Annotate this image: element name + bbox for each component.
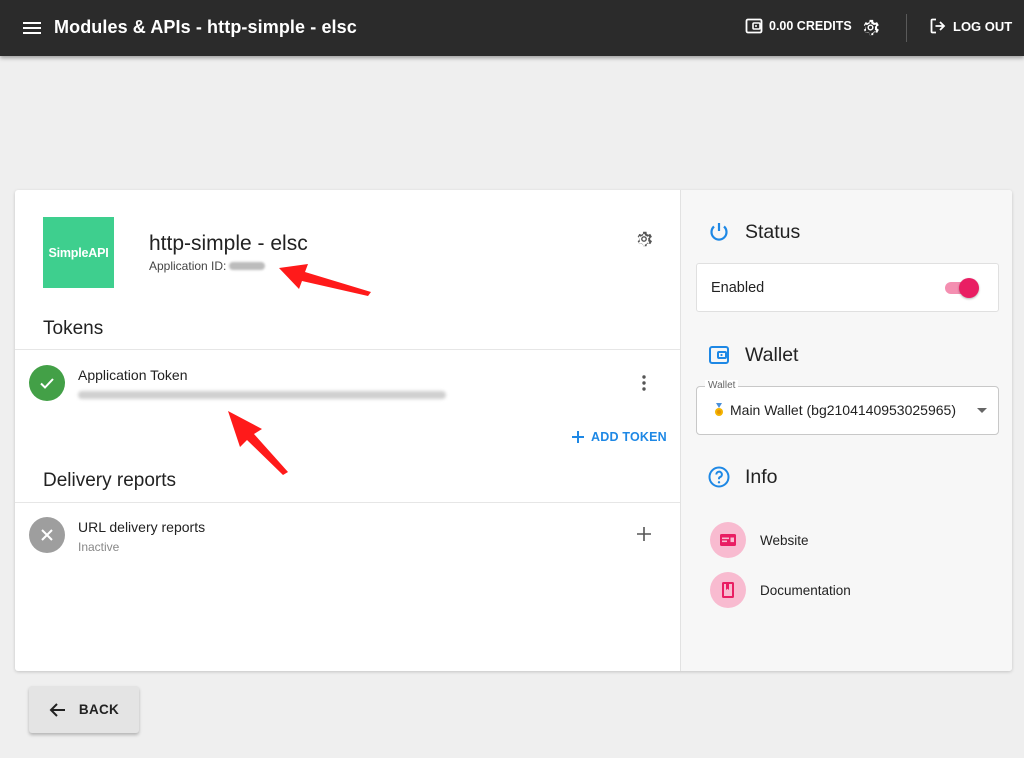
application-card: SimpleAPI http-simple - elsc Application… (15, 190, 1012, 671)
status-box: Enabled (696, 263, 999, 312)
token-more-options-icon[interactable] (634, 373, 654, 393)
application-sidebar-panel: Status Enabled Wallet Wallet Main Wallet… (680, 190, 1012, 671)
add-delivery-report-plus-icon[interactable] (634, 524, 654, 544)
page-title: Modules & APIs - http-simple - elsc (54, 17, 357, 37)
status-title: Status (745, 220, 801, 243)
info-title: Info (745, 465, 778, 488)
enabled-toggle[interactable] (943, 278, 979, 298)
plus-icon (572, 431, 584, 443)
power-icon (710, 223, 728, 241)
add-token-label: ADD TOKEN (591, 430, 667, 444)
documentation-link[interactable]: Documentation (710, 572, 851, 608)
wallet-title: Wallet (745, 343, 799, 366)
token-title: Application Token (78, 367, 188, 383)
credits-label: 0.00 CREDITS (769, 19, 852, 33)
token-active-check-icon (29, 365, 65, 401)
app-name: http-simple - elsc (149, 232, 308, 255)
wallet-selected-label: Main Wallet (bg2104140953025965) (730, 402, 956, 418)
application-id-redacted (229, 262, 266, 270)
application-details-panel: SimpleAPI http-simple - elsc Application… (15, 190, 680, 671)
logout-label: LOG OUT (953, 18, 1013, 34)
medal-icon (715, 403, 723, 416)
app-logo: SimpleAPI (43, 217, 114, 288)
book-icon (710, 572, 746, 608)
app-settings-gear-icon[interactable] (634, 229, 654, 249)
application-id-label: Application ID: (149, 259, 227, 273)
inactive-close-icon (29, 517, 65, 553)
token-value-redacted (78, 391, 446, 399)
wallet-field-label: Wallet (705, 380, 739, 391)
credits-button[interactable]: 0.00 CREDITS (745, 17, 852, 35)
info-section-header: Info (707, 465, 778, 489)
website-link[interactable]: Website (710, 522, 809, 558)
back-button[interactable]: BACK (29, 686, 139, 733)
settings-gear-icon[interactable] (860, 17, 881, 38)
status-section-header: Status (707, 220, 800, 244)
toggle-thumb (959, 278, 979, 298)
help-circle-icon (708, 466, 730, 488)
tokens-section-title: Tokens (43, 318, 104, 339)
wallet-icon (745, 18, 763, 34)
dropdown-caret-icon (977, 408, 987, 413)
logout-icon (930, 18, 946, 34)
divider (15, 502, 680, 503)
status-label: Enabled (711, 280, 765, 296)
web-icon (710, 522, 746, 558)
logout-button[interactable]: LOG OUT (929, 17, 1012, 35)
delivery-reports-section-title: Delivery reports (43, 470, 177, 491)
wallet-selected-value: Main Wallet (bg2104140953025965) (713, 402, 956, 418)
delivery-reports-status: Inactive (78, 540, 120, 554)
topbar-divider (906, 14, 907, 42)
url-delivery-reports-title: URL delivery reports (78, 519, 206, 535)
wallet-section-header: Wallet (707, 343, 798, 367)
website-label: Website (760, 532, 809, 548)
back-label: BACK (78, 702, 120, 717)
add-token-button[interactable]: ADD TOKEN (571, 430, 667, 444)
documentation-label: Documentation (760, 582, 851, 598)
app-logo-text: SimpleAPI (48, 245, 109, 260)
top-app-bar: Modules & APIs - http-simple - elsc 0.00… (0, 0, 1024, 56)
wallet-select[interactable]: Wallet Main Wallet (bg2104140953025965) (696, 380, 999, 435)
arrow-left-icon (49, 702, 65, 717)
wallet-icon (709, 346, 729, 364)
menu-icon[interactable] (22, 18, 42, 38)
application-id: Application ID: (149, 259, 266, 273)
application-token-row[interactable]: Application Token (15, 350, 680, 416)
